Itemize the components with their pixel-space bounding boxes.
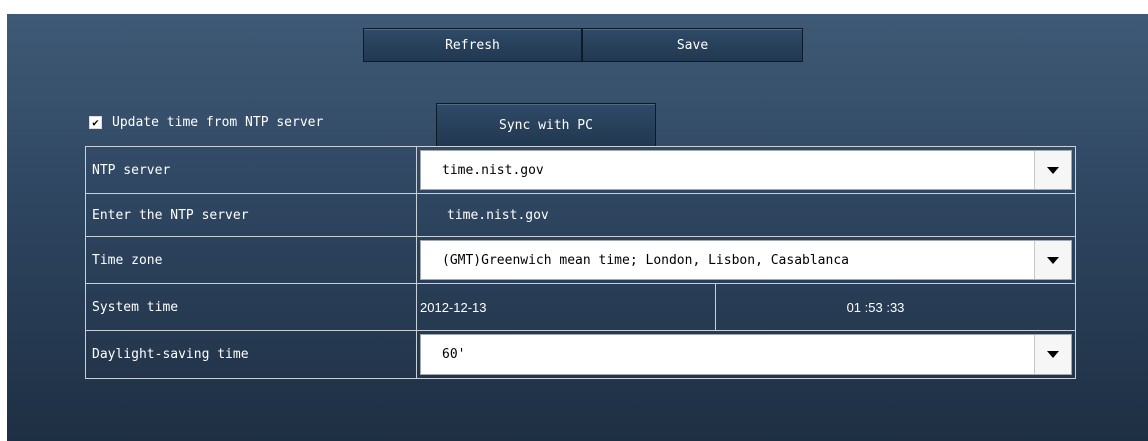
save-button[interactable]: Save: [582, 28, 803, 62]
daylight-saving-label: Daylight-saving time: [86, 331, 417, 378]
system-time-label: System time: [86, 284, 417, 330]
system-time-value: 01 :53 :33: [846, 299, 905, 315]
time-zone-cell: (GMT)Greenwich mean time; London, Lisbon…: [417, 237, 1075, 283]
daylight-saving-row: Daylight-saving time 60': [86, 331, 1075, 378]
system-date-value: 2012-12-13: [417, 284, 716, 330]
ntp-server-select[interactable]: time.nist.gov: [420, 150, 1072, 190]
chevron-down-icon[interactable]: [1034, 241, 1071, 279]
settings-table: NTP server time.nist.gov Enter the NTP s…: [85, 146, 1076, 379]
daylight-saving-cell: 60': [417, 331, 1075, 378]
system-time-row: System time 2012-12-13 01 :53 :33: [86, 284, 1075, 330]
time-zone-value: (GMT)Greenwich mean time; London, Lisbon…: [442, 252, 849, 268]
ntp-server-cell: time.nist.gov: [417, 147, 1075, 193]
ntp-server-label: NTP server: [86, 147, 417, 193]
chevron-down-icon[interactable]: [1034, 335, 1071, 374]
time-zone-label: Time zone: [86, 237, 417, 283]
daylight-saving-value: 60': [442, 347, 466, 362]
refresh-button[interactable]: Refresh: [363, 28, 582, 62]
time-zone-row: Time zone (GMT)Greenwich mean time; Lond…: [86, 237, 1075, 283]
sync-with-pc-button[interactable]: Sync with PC: [436, 103, 656, 147]
time-zone-select[interactable]: (GMT)Greenwich mean time; London, Lisbon…: [420, 240, 1072, 280]
ntp-update-label: Update time from NTP server: [112, 115, 324, 130]
enter-ntp-server-field[interactable]: time.nist.gov: [447, 194, 549, 236]
system-time-cell: 2012-12-13 01 :53 :33: [417, 284, 1075, 330]
chevron-down-icon[interactable]: [1034, 151, 1071, 189]
enter-ntp-server-row: Enter the NTP server time.nist.gov: [86, 194, 1075, 236]
ntp-update-checkbox[interactable]: ✔: [89, 116, 102, 129]
ntp-server-row: NTP server time.nist.gov: [86, 147, 1075, 193]
enter-ntp-server-label: Enter the NTP server: [86, 194, 417, 236]
enter-ntp-server-cell[interactable]: time.nist.gov: [417, 194, 1075, 236]
check-icon: ✔: [92, 116, 99, 129]
time-settings-panel: Refresh Save ✔ Update time from NTP serv…: [7, 14, 1148, 441]
ntp-update-option: ✔ Update time from NTP server: [89, 115, 323, 130]
ntp-server-value: time.nist.gov: [442, 162, 544, 178]
daylight-saving-select[interactable]: 60': [420, 334, 1072, 375]
